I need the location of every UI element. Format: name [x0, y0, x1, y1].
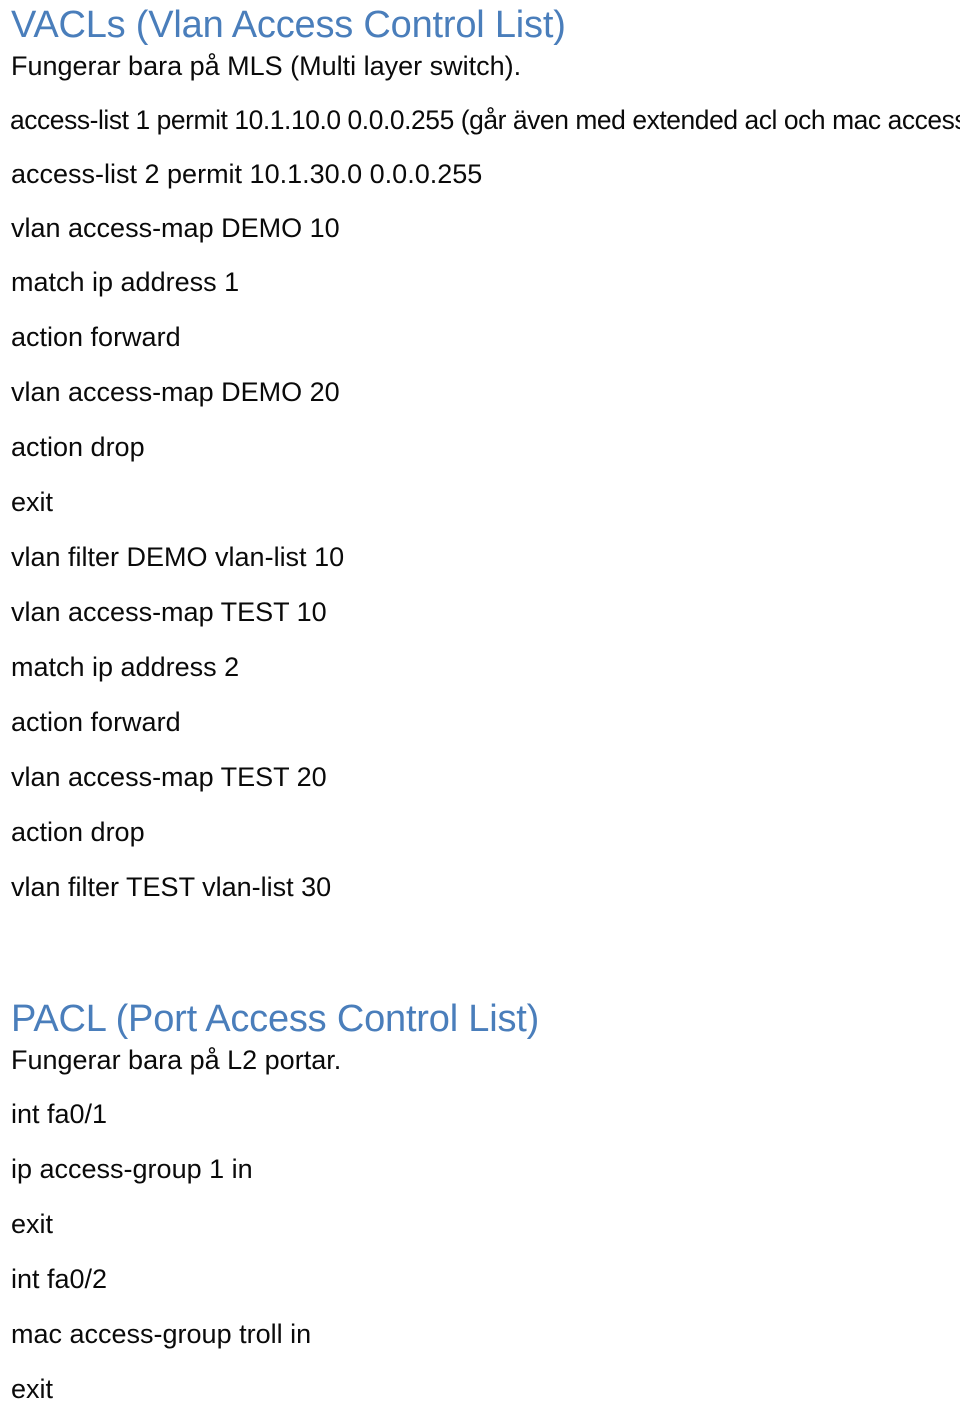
config-line-int-fa0-2: int fa0/2	[11, 1264, 108, 1294]
config-line-access-list-2: access-list 2 permit 10.1.30.0 0.0.0.255	[11, 159, 483, 189]
section-subtitle-pacl: Fungerar bara på L2 portar.	[11, 1045, 342, 1075]
config-line-action-forward-test: action forward	[11, 707, 181, 737]
config-line-action-drop-demo: action drop	[11, 432, 145, 462]
config-line-action-forward-demo: action forward	[11, 322, 181, 352]
config-line-vlan-access-map-test-20: vlan access-map TEST 20	[11, 762, 327, 792]
section-heading-pacl: PACL (Port Access Control List)	[11, 998, 540, 1040]
config-line-match-ip-address-1: match ip address 1	[11, 267, 240, 297]
config-line-mac-access-group-troll-in: mac access-group troll in	[11, 1319, 312, 1349]
config-line-match-ip-address-2: match ip address 2	[11, 652, 240, 682]
config-line-exit-fa0-2: exit	[11, 1374, 54, 1404]
config-line-vlan-access-map-test-10: vlan access-map TEST 10	[11, 597, 327, 627]
section-heading-vacls: VACLs (Vlan Access Control List)	[11, 4, 566, 46]
section-subtitle-vacls: Fungerar bara på MLS (Multi layer switch…	[11, 51, 522, 81]
document-page: VACLs (Vlan Access Control List) Fungera…	[0, 0, 960, 1404]
config-line-vlan-filter-test: vlan filter TEST vlan-list 30	[11, 872, 332, 902]
config-line-int-fa0-1: int fa0/1	[11, 1099, 108, 1129]
config-line-ip-access-group-1-in: ip access-group 1 in	[11, 1154, 253, 1184]
config-line-action-drop-test: action drop	[11, 817, 145, 847]
config-line-vlan-filter-demo: vlan filter DEMO vlan-list 10	[11, 542, 345, 572]
config-line-exit-demo: exit	[11, 487, 54, 517]
config-line-vlan-access-map-demo-10: vlan access-map DEMO 10	[11, 213, 340, 243]
config-line-vlan-access-map-demo-20: vlan access-map DEMO 20	[11, 377, 340, 407]
config-line-access-list-1: access-list 1 permit 10.1.10.0 0.0.0.255…	[10, 105, 960, 135]
config-line-exit-fa0-1: exit	[11, 1209, 54, 1239]
